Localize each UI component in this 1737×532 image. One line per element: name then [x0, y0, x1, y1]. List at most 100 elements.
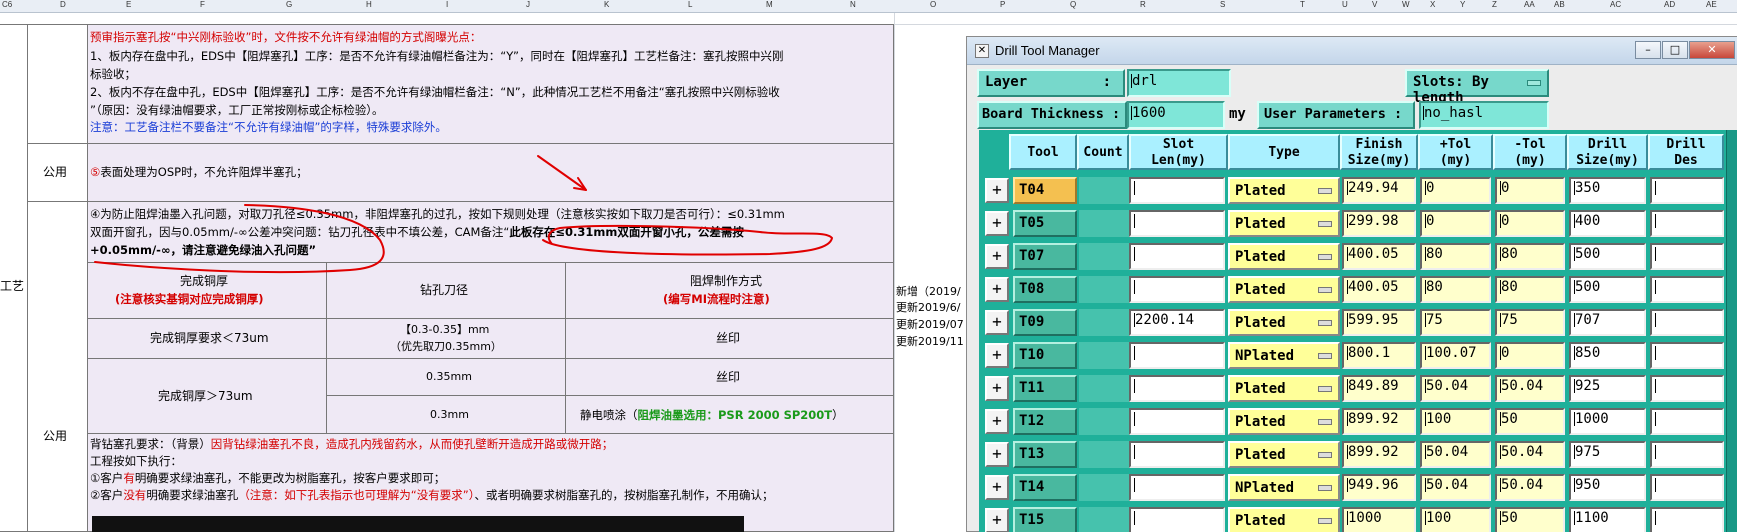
plus-tol-input[interactable]: 50.04: [1420, 474, 1491, 501]
finish-size-input[interactable]: 1000: [1342, 507, 1416, 532]
user-parameters-field[interactable]: no_hasl: [1419, 101, 1549, 129]
col-letter[interactable]: AE: [1706, 0, 1717, 9]
col-header-finish-size[interactable]: Finish Size(my): [1340, 134, 1418, 170]
tool-button[interactable]: T11: [1013, 375, 1077, 402]
expand-icon[interactable]: +: [985, 244, 1009, 269]
finish-size-input[interactable]: 899.92: [1342, 408, 1416, 435]
slot-length-input[interactable]: [1129, 276, 1225, 303]
slot-length-input[interactable]: [1129, 342, 1225, 369]
drill-des-input[interactable]: [1650, 342, 1724, 369]
tool-row[interactable]: +T0864Plated400.058080500: [979, 273, 1737, 306]
type-select[interactable]: Plated: [1228, 210, 1340, 237]
titlebar[interactable]: ✕ Drill Tool Manager – □ ✕: [967, 37, 1737, 65]
drill-size-input[interactable]: 1000: [1569, 408, 1646, 435]
col-letter[interactable]: P: [1000, 0, 1005, 9]
slot-length-input[interactable]: [1129, 375, 1225, 402]
col-letter[interactable]: K: [604, 0, 609, 9]
col-letter[interactable]: V: [1372, 0, 1377, 9]
tool-button[interactable]: T05: [1013, 210, 1077, 237]
plus-tol-input[interactable]: 100: [1420, 408, 1491, 435]
minus-tol-input[interactable]: 0: [1495, 342, 1565, 369]
plus-tol-input[interactable]: 0: [1420, 210, 1491, 237]
slot-length-input[interactable]: [1129, 177, 1225, 204]
dropdown-icon[interactable]: [1318, 518, 1332, 524]
slot-length-input[interactable]: 2200.14: [1129, 309, 1225, 336]
finish-size-input[interactable]: 899.92: [1342, 441, 1416, 468]
plus-tol-input[interactable]: 50.04: [1420, 375, 1491, 402]
expand-icon[interactable]: +: [985, 277, 1009, 302]
col-header-type[interactable]: Type: [1228, 134, 1340, 170]
plus-tol-input[interactable]: 0: [1420, 177, 1491, 204]
dropdown-icon[interactable]: [1318, 353, 1332, 359]
drill-des-input[interactable]: [1650, 177, 1724, 204]
expand-icon[interactable]: +: [985, 442, 1009, 467]
col-header-tool[interactable]: Tool: [1009, 134, 1077, 170]
finish-size-input[interactable]: 949.96: [1342, 474, 1416, 501]
type-select[interactable]: Plated: [1228, 408, 1340, 435]
expand-icon[interactable]: +: [985, 310, 1009, 335]
col-letter[interactable]: U: [1342, 0, 1348, 9]
slot-length-input[interactable]: [1129, 243, 1225, 270]
minus-tol-input[interactable]: 50.04: [1495, 474, 1565, 501]
expand-icon[interactable]: +: [985, 376, 1009, 401]
col-letter[interactable]: Z: [1492, 0, 1497, 9]
dropdown-icon[interactable]: [1318, 287, 1332, 293]
col-header-plus-tol[interactable]: +Tol (my): [1418, 134, 1493, 170]
col-letter[interactable]: AC: [1610, 0, 1621, 9]
drill-des-input[interactable]: [1650, 375, 1724, 402]
col-letter[interactable]: O: [930, 0, 936, 9]
drill-des-input[interactable]: [1650, 408, 1724, 435]
minus-tol-input[interactable]: 50.04: [1495, 375, 1565, 402]
type-select[interactable]: Plated: [1228, 177, 1340, 204]
board-thickness-field[interactable]: 1600: [1127, 101, 1225, 129]
expand-icon[interactable]: +: [985, 508, 1009, 532]
col-letter[interactable]: Y: [1460, 0, 1465, 9]
drill-size-input[interactable]: 1100: [1569, 507, 1646, 532]
dropdown-icon[interactable]: [1318, 452, 1332, 458]
slot-length-input[interactable]: [1129, 474, 1225, 501]
plus-tol-input[interactable]: 50.04: [1420, 441, 1491, 468]
tool-row[interactable]: +T0748Plated400.058080500: [979, 240, 1737, 273]
type-select[interactable]: Plated: [1228, 441, 1340, 468]
type-select[interactable]: NPlated: [1228, 474, 1340, 501]
slot-length-input[interactable]: [1129, 441, 1225, 468]
type-select[interactable]: Plated: [1228, 375, 1340, 402]
dropdown-icon[interactable]: [1318, 386, 1332, 392]
finish-size-input[interactable]: 599.95: [1342, 309, 1416, 336]
drill-size-input[interactable]: 400: [1569, 210, 1646, 237]
col-letter[interactable]: AB: [1554, 0, 1565, 9]
drill-des-input[interactable]: [1650, 210, 1724, 237]
minus-tol-input[interactable]: 80: [1495, 276, 1565, 303]
tool-button[interactable]: T12: [1013, 408, 1077, 435]
scope-cell[interactable]: [27, 24, 88, 144]
col-letter[interactable]: AA: [1524, 0, 1535, 9]
plus-tol-input[interactable]: 75: [1420, 309, 1491, 336]
finish-size-input[interactable]: 299.98: [1342, 210, 1416, 237]
scope-cell[interactable]: [27, 201, 88, 532]
col-letter[interactable]: AD: [1664, 0, 1675, 9]
tool-button[interactable]: T07: [1013, 243, 1077, 270]
dropdown-icon[interactable]: [1318, 221, 1332, 227]
col-letter[interactable]: M: [766, 0, 773, 9]
drill-tool-manager-window[interactable]: ✕ Drill Tool Manager – □ ✕ Layer: drl Sl…: [966, 36, 1737, 532]
name-box[interactable]: C6: [2, 0, 12, 9]
drill-des-input[interactable]: [1650, 441, 1724, 468]
col-letter[interactable]: J: [526, 0, 530, 9]
finish-size-input[interactable]: 800.1: [1342, 342, 1416, 369]
drill-des-input[interactable]: [1650, 243, 1724, 270]
type-select[interactable]: Plated: [1228, 309, 1340, 336]
col-letter[interactable]: W: [1402, 0, 1410, 9]
tool-button[interactable]: T04: [1013, 177, 1077, 204]
minus-tol-input[interactable]: 80: [1495, 243, 1565, 270]
drill-size-input[interactable]: 350: [1569, 177, 1646, 204]
plus-tol-input[interactable]: 100: [1420, 507, 1491, 532]
type-select[interactable]: NPlated: [1228, 342, 1340, 369]
minus-tol-input[interactable]: 50: [1495, 408, 1565, 435]
drill-size-input[interactable]: 707: [1569, 309, 1646, 336]
col-letter[interactable]: T: [1300, 0, 1305, 9]
drill-des-input[interactable]: [1650, 276, 1724, 303]
col-letter[interactable]: Q: [1070, 0, 1076, 9]
drill-size-input[interactable]: 950: [1569, 474, 1646, 501]
plus-tol-input[interactable]: 100.07: [1420, 342, 1491, 369]
expand-icon[interactable]: +: [985, 178, 1009, 203]
